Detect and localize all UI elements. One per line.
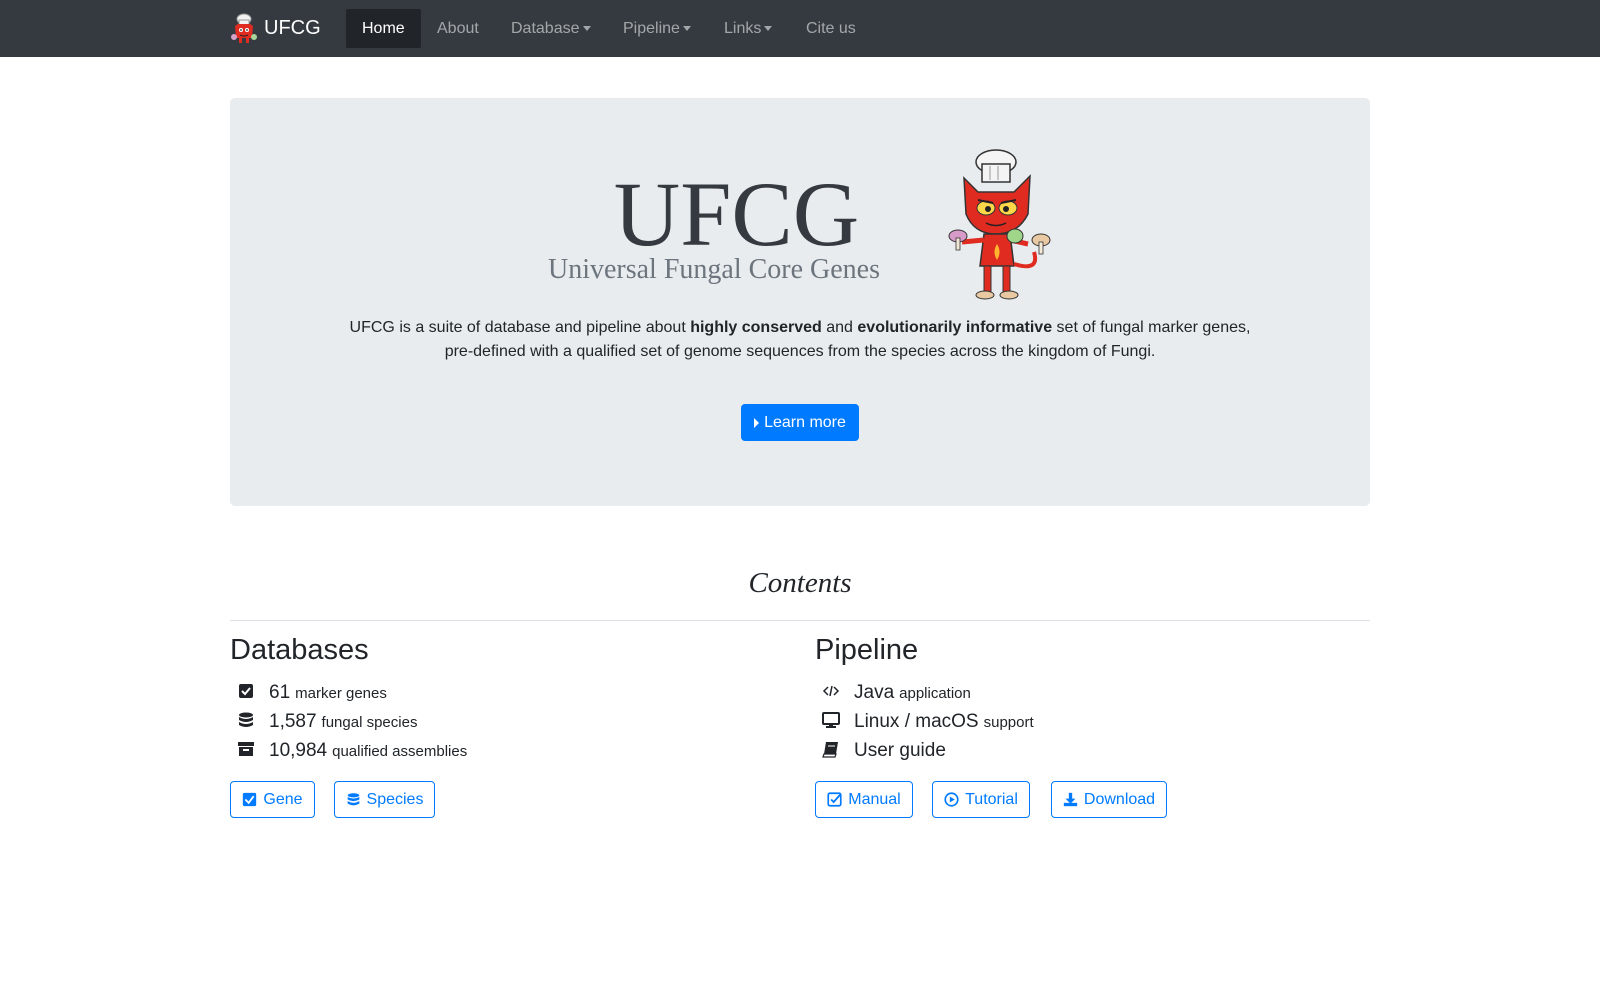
code-icon (822, 685, 840, 697)
stat-value: Linux / macOS (854, 711, 979, 732)
download-button-label: Download (1083, 790, 1156, 808)
brand-link[interactable]: UFCG (230, 12, 321, 44)
learn-more-button[interactable]: Learn more (741, 404, 859, 441)
nav-home-label: Home (362, 19, 405, 37)
contents-heading: Contents (748, 567, 852, 599)
hero-description-line1: UFCG is a suite of database and pipeline… (230, 316, 1370, 340)
download-button[interactable]: Download (1051, 781, 1167, 818)
desc-bold-highly-conserved: highly conserved (690, 319, 822, 336)
hero-description: UFCG is a suite of database and pipeline… (230, 316, 1370, 364)
tutorial-button-label: Tutorial (965, 790, 1018, 808)
manual-button[interactable]: Manual (815, 781, 913, 818)
hero-title: UFCG (613, 163, 860, 265)
hero-subtitle: Universal Fungal Core Genes (547, 254, 881, 285)
nav-links-dropdown[interactable]: Links (724, 0, 773, 57)
nav-home[interactable]: Home (346, 9, 421, 48)
check-square-outline-icon (827, 792, 842, 807)
hero-description-line2: pre-defined with a qualified set of geno… (444, 343, 1156, 360)
nav-pipeline-dropdown[interactable]: Pipeline (623, 0, 691, 57)
species-button-label: Species (366, 790, 424, 808)
stat-java-application: Java application (822, 680, 971, 704)
nav-cite-us[interactable]: Cite us (806, 0, 856, 57)
stat-label: fungal species (321, 714, 418, 731)
gene-button[interactable]: Gene (230, 781, 315, 818)
stat-value: User guide (854, 740, 946, 761)
database-icon (239, 712, 253, 727)
stat-value: 10,984 (269, 740, 328, 761)
manual-button-label: Manual (848, 790, 901, 808)
section-divider (230, 620, 1370, 621)
stat-label: qualified assemblies (332, 743, 468, 760)
stat-label: application (899, 685, 971, 702)
stat-os-support: Linux / macOS support (822, 709, 1034, 733)
nav-cite-label: Cite us (806, 19, 856, 37)
stat-value: Java (854, 682, 895, 703)
caret-down-icon (582, 26, 591, 31)
learn-more-label: Learn more (764, 413, 846, 431)
hero-jumbotron: UFCG Universal Fungal Core Genes UFCG is… (230, 98, 1370, 506)
check-square-icon (239, 684, 253, 698)
download-icon (1063, 792, 1078, 807)
gene-button-label: Gene (263, 790, 303, 808)
stat-value: 1,587 (269, 711, 317, 732)
stat-label: marker genes (295, 685, 387, 702)
species-button[interactable]: Species (334, 781, 435, 818)
caret-down-icon (764, 26, 773, 31)
databases-heading: Databases (230, 634, 369, 666)
book-icon (822, 742, 838, 758)
stat-marker-genes: 61 marker genes (237, 680, 387, 704)
caret-down-icon (682, 26, 691, 31)
pipeline-heading: Pipeline (815, 634, 919, 666)
nav-database-label: Database (511, 19, 580, 37)
stat-user-guide: User guide (822, 738, 951, 762)
stat-fungal-species: 1,587 fungal species (237, 709, 417, 733)
stat-value: 61 (269, 682, 291, 703)
desc-bold-evolutionarily-informative: evolutionarily informative (857, 319, 1053, 336)
caret-right-icon (754, 417, 760, 428)
desc-text: set of fungal marker genes, (1052, 319, 1251, 336)
stat-label: support (983, 714, 1034, 731)
check-square-icon (243, 792, 257, 807)
stat-qualified-assemblies: 10,984 qualified assemblies (237, 738, 467, 762)
desc-text: and (821, 319, 858, 336)
database-icon (347, 793, 359, 806)
desktop-icon (822, 712, 840, 728)
desc-text: UFCG is a suite of database and pipeline… (349, 319, 691, 336)
nav-database-dropdown[interactable]: Database (511, 0, 591, 57)
nav-about-label: About (437, 19, 479, 37)
top-navbar: UFCG Home About Database Pipeline Links … (0, 0, 1600, 57)
nav-links-label: Links (724, 19, 762, 37)
ufcg-mascot-logo-icon (231, 13, 257, 43)
nav-about[interactable]: About (437, 0, 479, 57)
brand-text: UFCG (264, 16, 321, 39)
archive-icon (238, 742, 254, 756)
nav-pipeline-label: Pipeline (623, 19, 680, 37)
ufcg-mascot-image (948, 149, 1051, 300)
tutorial-button[interactable]: Tutorial (932, 781, 1030, 818)
play-circle-icon (944, 792, 959, 807)
